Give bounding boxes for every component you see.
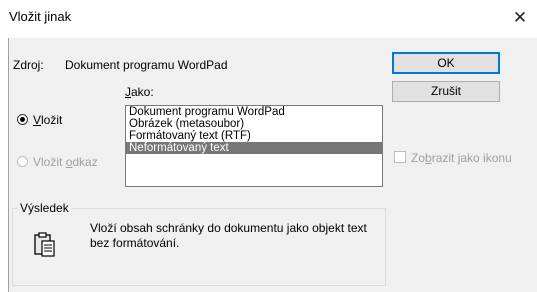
title-bar: Vložit jinak ✕ bbox=[0, 0, 537, 36]
as-label-rest: ako: bbox=[131, 85, 154, 99]
paste-link-radio[interactable] bbox=[17, 156, 28, 167]
list-item[interactable]: Dokument programu WordPad bbox=[126, 106, 382, 118]
paste-as-listbox[interactable]: Dokument programu WordPad Obrázek (metas… bbox=[125, 105, 383, 187]
show-as-icon-rest: razit jako ikonu bbox=[431, 151, 512, 165]
show-as-icon-accesskey: b bbox=[425, 151, 432, 165]
show-as-icon-prefix: Zo bbox=[411, 151, 426, 165]
source-label: Zdroj: bbox=[13, 58, 44, 72]
close-icon: ✕ bbox=[512, 8, 528, 27]
list-item[interactable]: Obrázek (metasoubor) bbox=[126, 118, 382, 130]
close-button[interactable]: ✕ bbox=[507, 8, 533, 28]
paste-radio-label[interactable]: Vložit bbox=[33, 113, 62, 127]
paste-label-accesskey: V bbox=[33, 113, 42, 127]
source-value: Dokument programu WordPad bbox=[65, 58, 228, 72]
dialog-body: Zdroj: Dokument programu WordPad Jako: V… bbox=[8, 38, 537, 292]
paste-link-label-rest: dkaz bbox=[72, 155, 98, 169]
paste-link-radio-label[interactable]: Vložit odkaz bbox=[33, 155, 98, 169]
list-item[interactable]: Formátovaný text (RTF) bbox=[126, 130, 382, 142]
show-as-icon-label[interactable]: Zobrazit jako ikonu bbox=[411, 151, 512, 165]
result-text-line2: bez formátování. bbox=[90, 236, 180, 250]
cancel-button[interactable]: Zrušit bbox=[392, 81, 500, 102]
result-group bbox=[12, 208, 386, 286]
radio-dot bbox=[20, 117, 25, 122]
paste-link-label-prefix: Vložit bbox=[33, 155, 66, 169]
result-text-line1: Vloží obsah schránky do dokumentu jako o… bbox=[90, 221, 367, 235]
show-as-icon-checkbox[interactable] bbox=[394, 151, 406, 163]
result-group-title: Výsledek bbox=[18, 201, 71, 215]
list-item-selected[interactable]: Neformátovaný text bbox=[126, 142, 382, 154]
paste-radio[interactable] bbox=[17, 114, 28, 125]
paste-label-rest: ložit bbox=[41, 113, 63, 127]
ok-button[interactable]: OK bbox=[392, 52, 500, 74]
dialog-title: Vložit jinak bbox=[9, 9, 72, 24]
clipboard-paste-icon bbox=[34, 232, 56, 258]
as-label: Jako: bbox=[125, 85, 154, 99]
